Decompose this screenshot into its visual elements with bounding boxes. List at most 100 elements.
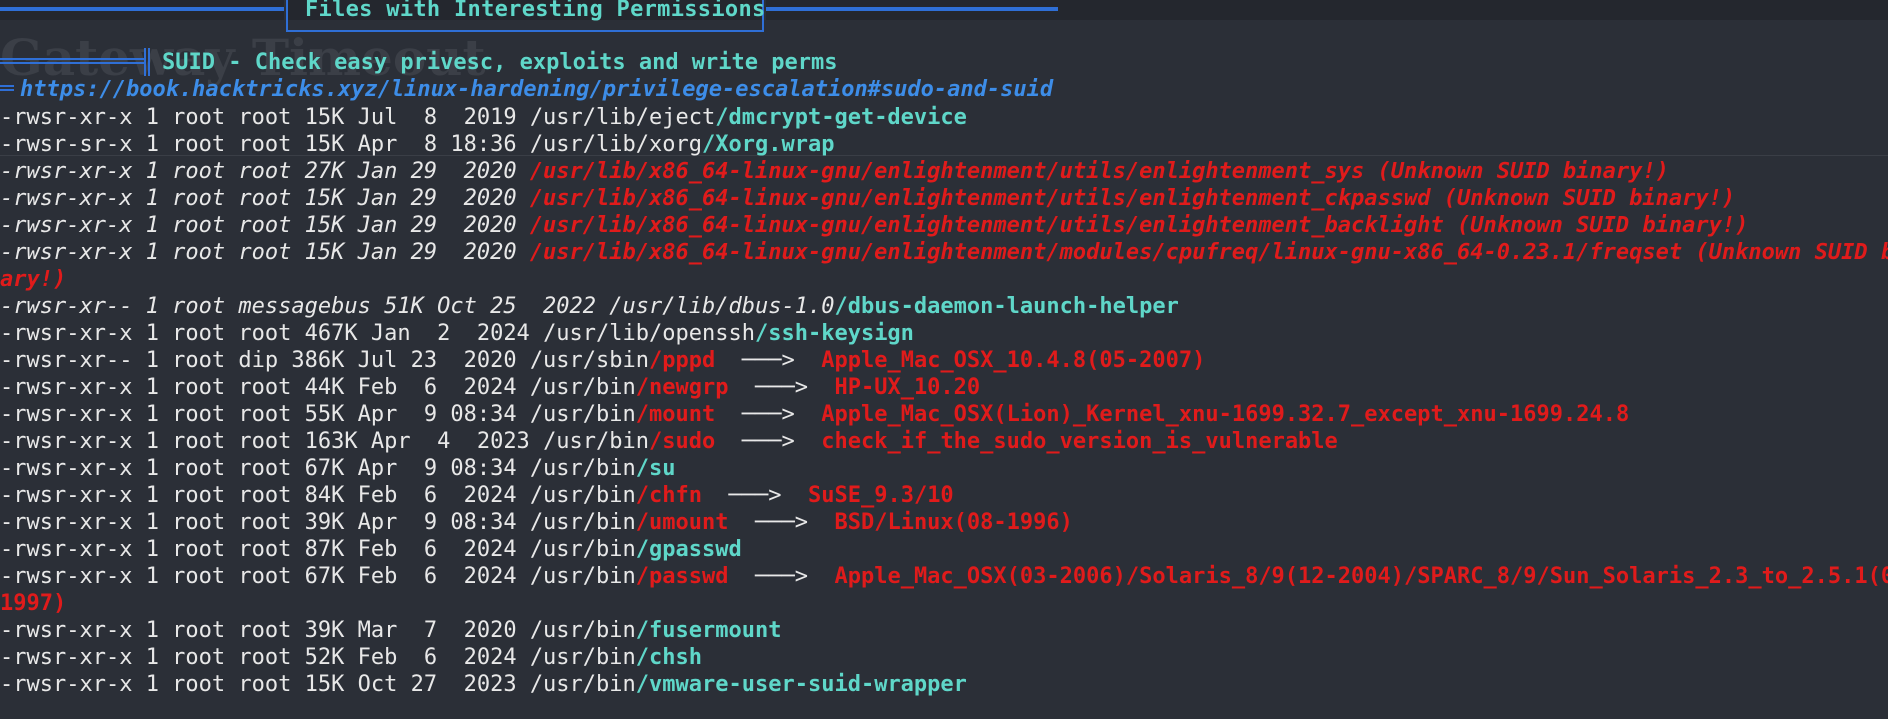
- binary-name: /pppd: [649, 348, 716, 373]
- file-directory: /usr/bin: [529, 456, 636, 481]
- file-permissions: -rwsr-xr-x 1 root root 15K Jan 29 2020: [0, 213, 530, 238]
- file-permissions: -rwsr-xr-x 1 root root 39K Mar 7 2020: [0, 618, 530, 643]
- binary-name: /fusermount: [635, 618, 782, 643]
- terminal-line: -rwsr-xr-x 1 root root 67K Apr 9 08:34 /…: [0, 455, 1888, 482]
- file-directory: /usr/bin: [529, 564, 636, 589]
- suid-file-list: -rwsr-xr-x 1 root root 15K Jul 8 2019 /u…: [0, 104, 1888, 698]
- exploit-hint: Apple_Mac_OSX(03-2006)/Solaris_8/9(12-20…: [834, 564, 1888, 589]
- subsection-title: SUID - Check easy privesc, exploits and …: [162, 50, 838, 75]
- terminal-line: -rwsr-xr-x 1 root root 467K Jan 2 2024 /…: [0, 320, 1888, 347]
- terminal-line: -rwsr-xr-x 1 root root 52K Feb 6 2024 /u…: [0, 644, 1888, 671]
- file-directory: /usr/bin: [543, 429, 650, 454]
- arrow-icon: ───>: [728, 564, 835, 589]
- file-permissions: -rwsr-xr-x 1 root root 15K Jan 29 2020: [0, 240, 530, 265]
- terminal-line: -rwsr-xr-x 1 root root 27K Jan 29 2020 /…: [0, 158, 1888, 185]
- terminal-line: -rwsr-xr-x 1 root root 15K Jan 29 2020 /…: [0, 212, 1888, 239]
- file-directory: /usr/lib/xorg: [529, 132, 702, 157]
- file-permissions: -rwsr-xr-x 1 root root 67K Apr 9 08:34: [0, 456, 530, 481]
- arrow-icon: ───>: [702, 483, 808, 508]
- terminal-line: -rwsr-xr-- 1 root messagebus 51K Oct 25 …: [0, 293, 1888, 320]
- file-permissions: -rwsr-xr-x 1 root root 67K Feb 6 2024: [0, 564, 530, 589]
- file-permissions: -rwsr-xr-x 1 root root 84K Feb 6 2024: [0, 483, 530, 508]
- binary-name: /usr/lib/x86_64-linux-gnu/enlightenment/…: [529, 213, 1749, 238]
- terminal-line: -rwsr-xr-x 1 root root 39K Apr 9 08:34 /…: [0, 509, 1888, 536]
- file-permissions: -rwsr-xr-x 1 root root 44K Feb 6 2024: [0, 375, 530, 400]
- file-permissions: -rwsr-sr-x 1 root root 15K Apr 8 18:36: [0, 132, 530, 157]
- binary-name: /Xorg.wrap: [702, 132, 835, 157]
- binary-name: /umount: [635, 510, 729, 535]
- file-permissions: -rwsr-xr-- 1 root messagebus 51K Oct 25 …: [0, 294, 610, 319]
- binary-name: /usr/lib/x86_64-linux-gnu/enlightenment/…: [529, 186, 1736, 211]
- file-permissions: -rwsr-xr-x 1 root root 163K Apr 4 2023: [0, 429, 544, 454]
- exploit-hint: 1997): [0, 591, 67, 616]
- file-directory: /usr/bin: [529, 645, 636, 670]
- binary-name: /mount: [635, 402, 716, 427]
- exploit-hint: Apple_Mac_OSX_10.4.8(05-2007): [821, 348, 1206, 373]
- terminal-line: -rwsr-xr-x 1 root root 67K Feb 6 2024 /u…: [0, 563, 1888, 590]
- binary-name: /sudo: [649, 429, 716, 454]
- terminal-line: -rwsr-xr-x 1 root root 15K Jul 8 2019 /u…: [0, 104, 1888, 131]
- file-directory: /usr/lib/dbus-1.0: [609, 294, 835, 319]
- file-permissions: -rwsr-xr-x 1 root root 55K Apr 9 08:34: [0, 402, 530, 427]
- arrow-icon: ───>: [715, 348, 822, 373]
- file-directory: /usr/bin: [529, 375, 636, 400]
- terminal-line: -rwsr-xr-x 1 root root 15K Jan 29 2020 /…: [0, 239, 1888, 266]
- file-directory: /usr/bin: [529, 483, 636, 508]
- file-permissions: -rwsr-xr-x 1 root root 15K Jan 29 2020: [0, 186, 530, 211]
- terminal-line: 1997): [0, 590, 1888, 617]
- arrow-icon: ───>: [728, 375, 835, 400]
- exploit-hint: check_if_the_sudo_version_is_vulnerable: [821, 429, 1338, 454]
- link-rule: [0, 85, 14, 91]
- terminal-line: -rwsr-xr-x 1 root root 15K Oct 27 2023 /…: [0, 671, 1888, 698]
- binary-name: /usr/lib/x86_64-linux-gnu/enlightenment/…: [529, 159, 1669, 184]
- file-permissions: -rwsr-xr-x 1 root root 467K Jan 2 2024: [0, 321, 544, 346]
- binary-name: /chfn: [635, 483, 703, 508]
- terminal-line: -rwsr-xr-x 1 root root 15K Jan 29 2020 /…: [0, 185, 1888, 212]
- exploit-hint: HP-UX_10.20: [834, 375, 981, 400]
- section-rule: [0, 58, 146, 64]
- terminal-window: Gateway Timeout Files with Interesting P…: [0, 0, 1888, 719]
- file-permissions: -rwsr-xr-x 1 root root 15K Oct 27 2023: [0, 672, 530, 697]
- section-header-title: Files with Interesting Permissions: [305, 0, 766, 22]
- section-bracket: [144, 48, 150, 76]
- file-permissions: -rwsr-xr-x 1 root root 87K Feb 6 2024: [0, 537, 530, 562]
- exploit-hint: BSD/Linux(08-1996): [834, 510, 1073, 535]
- binary-name: /su: [635, 456, 676, 481]
- terminal-line: -rwsr-xr-- 1 root dip 386K Jul 23 2020 /…: [0, 347, 1888, 374]
- header-rule-right: [764, 7, 1058, 11]
- file-directory: /usr/bin: [529, 672, 636, 697]
- file-permissions: -rwsr-xr-x 1 root root 27K Jan 29 2020: [0, 159, 530, 184]
- arrow-icon: ───>: [728, 510, 835, 535]
- terminal-line: -rwsr-xr-x 1 root root 55K Apr 9 08:34 /…: [0, 401, 1888, 428]
- file-directory: /usr/bin: [529, 618, 636, 643]
- binary-name: /gpasswd: [635, 537, 742, 562]
- file-permissions: -rwsr-xr-- 1 root dip 386K Jul 23 2020: [0, 348, 530, 373]
- terminal-line: ary!): [0, 266, 1888, 293]
- binary-name: /usr/lib/x86_64-linux-gnu/enlightenment/…: [529, 240, 1888, 265]
- file-directory: /usr/lib/eject: [529, 105, 716, 130]
- terminal-line: -rwsr-xr-x 1 root root 87K Feb 6 2024 /u…: [0, 536, 1888, 563]
- file-directory: /usr/bin: [529, 402, 636, 427]
- file-permissions: -rwsr-xr-x 1 root root 39K Apr 9 08:34: [0, 510, 530, 535]
- binary-name: /newgrp: [635, 375, 729, 400]
- file-directory: /usr/bin: [529, 510, 636, 535]
- terminal-line: -rwsr-xr-x 1 root root 163K Apr 4 2023 /…: [0, 428, 1888, 455]
- terminal-line: -rwsr-sr-x 1 root root 15K Apr 8 18:36 /…: [0, 131, 1888, 158]
- binary-name: /ssh-keysign: [754, 321, 914, 346]
- hacktricks-link[interactable]: https://book.hacktricks.xyz/linux-harden…: [20, 77, 1053, 102]
- file-permissions: -rwsr-xr-x 1 root root 15K Jul 8 2019: [0, 105, 530, 130]
- binary-name: ary!): [0, 267, 67, 292]
- terminal-line: -rwsr-xr-x 1 root root 84K Feb 6 2024 /u…: [0, 482, 1888, 509]
- file-directory: /usr/lib/openssh: [543, 321, 755, 346]
- arrow-icon: ───>: [715, 429, 822, 454]
- file-directory: /usr/bin: [529, 537, 636, 562]
- binary-name: /chsh: [635, 645, 703, 670]
- header-rule-left: [0, 7, 286, 11]
- exploit-hint: SuSE_9.3/10: [807, 483, 954, 508]
- binary-name: /dmcrypt-get-device: [715, 105, 967, 130]
- binary-name: /passwd: [635, 564, 729, 589]
- arrow-icon: ───>: [715, 402, 822, 427]
- exploit-hint: Apple_Mac_OSX(Lion)_Kernel_xnu-1699.32.7…: [821, 402, 1630, 427]
- binary-name: /dbus-daemon-launch-helper: [834, 294, 1179, 319]
- binary-name: /vmware-user-suid-wrapper: [635, 672, 967, 697]
